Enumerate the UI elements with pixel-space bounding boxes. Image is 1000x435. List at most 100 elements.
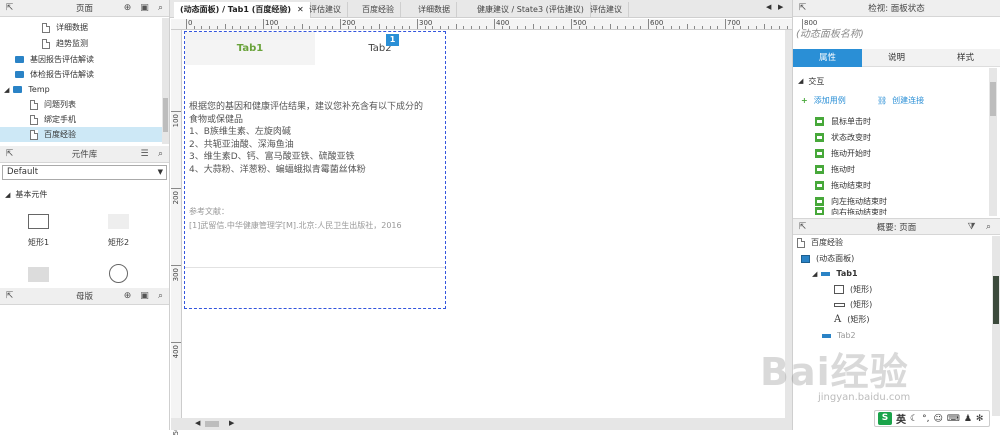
tree-item-folder[interactable]: 体检报告评估解读 [15, 67, 94, 82]
tabs-scroll-left-icon[interactable]: ◀ [766, 3, 771, 11]
search-icon[interactable]: ⌕ [155, 291, 166, 302]
tab[interactable]: 健康建议 / State3 (评估建议) [471, 2, 591, 18]
outline-scrollbar[interactable] [992, 236, 1000, 416]
event-item[interactable]: 拖动开始时 [815, 146, 871, 160]
tab-active[interactable]: (动态面板) / Tab1 (百度经验) ✕ [174, 2, 311, 18]
event-item[interactable]: 拖动结束时 [815, 178, 871, 192]
outline-state-tab1[interactable]: ◢ Tab1 [812, 266, 858, 281]
add-folder-icon[interactable]: ▣ [139, 3, 150, 14]
outline-rectangle[interactable]: (矩形) [834, 297, 872, 312]
search-icon[interactable]: ⌕ [155, 149, 166, 160]
panel-name-input[interactable]: (动态面板名称) [796, 25, 864, 40]
tab-style[interactable]: 样式 [931, 49, 1000, 67]
ruler-minor-tick [370, 26, 372, 29]
canvas-scrollbar-h[interactable]: ◀ ▶ [171, 418, 792, 430]
scroll-thumb[interactable] [163, 98, 168, 132]
outline-root[interactable]: 百度经验 [797, 235, 843, 250]
event-item[interactable]: 状态改变时 [815, 130, 871, 144]
settings-icon[interactable]: ✻ [976, 414, 984, 424]
ruler-minor-tick [201, 26, 203, 29]
ruler-minor-tick [663, 26, 665, 29]
emoji-icon[interactable]: ☺ [933, 414, 942, 424]
event-item[interactable]: 鼠标单击时 [815, 114, 871, 128]
widget-image[interactable] [28, 267, 49, 282]
add-folder-icon[interactable]: ▣ [139, 291, 150, 302]
moon-icon[interactable]: ☾ [910, 414, 918, 424]
document-tabbar: (动态面板) / Tab1 (百度经验) ✕ 评估建议 百度经验 详细数据 健康建… [170, 0, 792, 18]
divider [185, 267, 445, 268]
splitter[interactable] [169, 0, 170, 430]
interactions-section[interactable]: ◢ 交互 [798, 74, 824, 88]
folder-icon [15, 71, 24, 78]
expand-arrow-icon[interactable]: ◢ [5, 191, 10, 199]
event-item[interactable]: 向左拖动结束时 [815, 194, 887, 208]
event-item[interactable]: 向右拖动结束时 [815, 207, 887, 215]
ime-toolbar[interactable]: S 英 ☾ °, ☺ ⌨ ♟ ✻ [874, 410, 990, 427]
scroll-thumb[interactable] [993, 276, 999, 324]
library-dropdown[interactable]: Default ▼ [2, 165, 167, 180]
widget-rectangle1[interactable] [28, 214, 49, 229]
scroll-thumb[interactable] [990, 82, 996, 116]
tab[interactable]: 百度经验 [356, 2, 401, 18]
design-canvas[interactable]: Tab1 Tab2 1 根据您的基因和健康评估结果，建议您补充含有以下成分的 食… [182, 30, 785, 418]
ruler-tick [648, 19, 649, 29]
outline-rectangle[interactable]: (矩形) [834, 282, 872, 297]
user-icon[interactable]: ♟ [964, 414, 972, 424]
tree-item-page[interactable]: 详细数据 [42, 20, 88, 35]
expand-arrow-icon[interactable]: ◢ [4, 86, 9, 94]
widget-rectangle2[interactable] [108, 214, 129, 229]
add-master-icon[interactable]: ⊕ [122, 291, 133, 302]
punctuation-icon[interactable]: °, [922, 414, 929, 424]
text-icon: A [834, 314, 842, 325]
state-icon [821, 271, 831, 276]
keyboard-icon[interactable]: ⌨ [947, 414, 960, 424]
tree-item-page[interactable]: 趋势监测 [42, 36, 88, 51]
search-icon[interactable]: ⌕ [155, 3, 166, 14]
ruler-minor-tick [393, 26, 395, 29]
filter-icon[interactable]: ⧩ [966, 222, 977, 233]
expand-arrow-icon[interactable]: ◢ [812, 270, 817, 278]
tab-notes[interactable]: 说明 [862, 49, 931, 67]
ruler-minor-tick [409, 26, 411, 29]
ruler-minor-tick [363, 26, 365, 29]
event-item[interactable]: 拖动时 [815, 162, 855, 176]
outline-rectangle[interactable]: A (矩形) [834, 312, 869, 327]
ruler-minor-tick [347, 26, 349, 29]
ruler-minor-tick [501, 26, 503, 29]
ime-mode[interactable]: 英 [896, 411, 906, 426]
tree-item-page[interactable]: 问题列表 [30, 97, 76, 112]
tree-item-folder-temp[interactable]: ◢ Temp [4, 82, 50, 97]
add-page-icon[interactable]: ⊕ [122, 3, 133, 14]
library-group[interactable]: ◢ 基本元件 [5, 187, 47, 202]
scroll-left-icon[interactable]: ◀ [195, 419, 200, 427]
inspector-scrollbar[interactable] [989, 68, 997, 216]
tab[interactable]: 评估建议 [584, 2, 629, 18]
search-icon[interactable]: ⌕ [983, 222, 994, 233]
tab2-button[interactable]: Tab2 [315, 32, 445, 65]
tab1-button[interactable]: Tab1 [185, 32, 315, 65]
tab-properties[interactable]: 属性 [793, 49, 862, 67]
menu-icon[interactable]: ☰ [139, 149, 150, 160]
scroll-right-icon[interactable]: ▶ [229, 419, 234, 427]
scroll-thumb[interactable] [205, 421, 219, 427]
create-link[interactable]: ⛓ 创建连接 [877, 93, 924, 107]
tab[interactable]: 详细数据 [412, 2, 457, 18]
tree-item-page[interactable]: 绑定手机 [30, 112, 76, 127]
tree-item-page-selected[interactable]: 百度经验 [0, 127, 162, 142]
event-icon [815, 180, 824, 190]
pages-scrollbar[interactable] [162, 18, 169, 144]
outline-dynamic-panel[interactable]: (动态面板) [801, 251, 854, 266]
chevron-down-icon: ▼ [157, 168, 163, 176]
content-text[interactable]: 根据您的基因和健康评估结果，建议您补充含有以下成分的 食物或保健品 1、B族维生… [189, 101, 445, 177]
masters-panel-header: ⇱ 母版 ⊕ ▣ ⌕ [0, 288, 169, 305]
tab[interactable]: 评估建议 [303, 2, 348, 18]
tabs-scroll-right-icon[interactable]: ▶ [778, 3, 783, 11]
widget-ellipse[interactable] [109, 264, 128, 283]
ruler-minor-tick [386, 26, 388, 29]
dynamic-panel[interactable]: Tab1 Tab2 1 根据您的基因和健康评估结果，建议您补充含有以下成分的 食… [184, 31, 446, 309]
expand-arrow-icon[interactable]: ◢ [798, 77, 803, 85]
add-case-link[interactable]: + 添加用例 [801, 93, 846, 107]
tree-item-folder[interactable]: 基因报告评估解读 [15, 52, 94, 67]
ruler-minor-tick [332, 26, 334, 29]
ruler-minor-tick [771, 26, 773, 29]
